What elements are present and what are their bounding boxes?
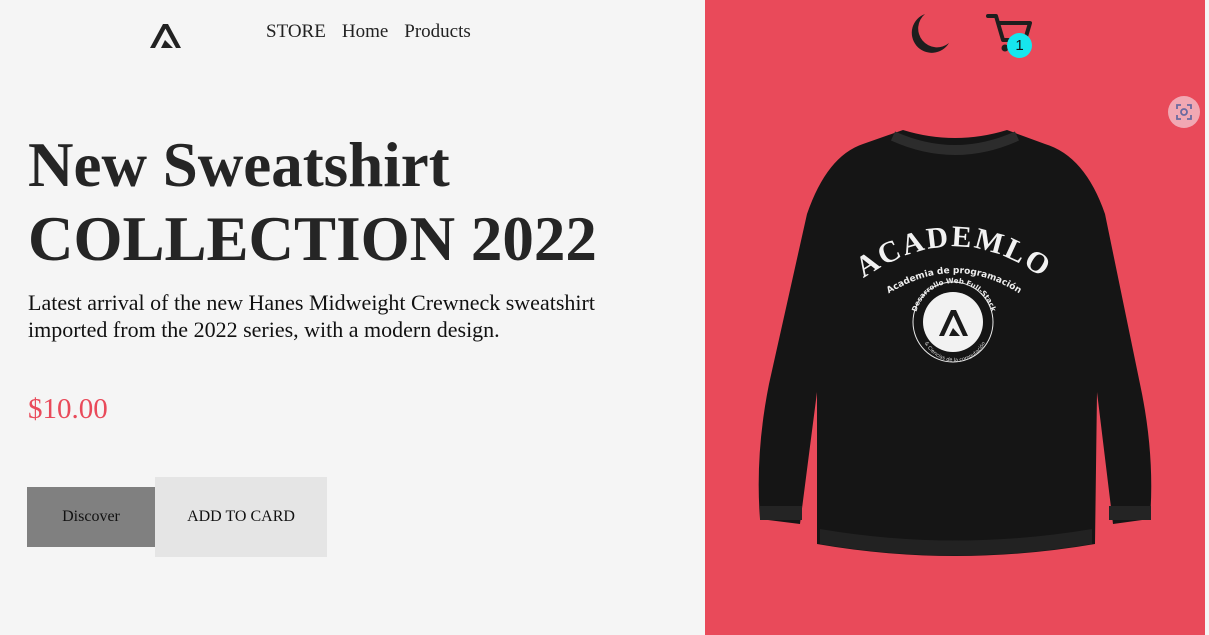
main-nav: STORE Home Products <box>266 21 487 43</box>
visual-search-button[interactable] <box>1168 96 1200 128</box>
academlo-logo-icon[interactable] <box>146 20 184 50</box>
discover-button[interactable]: Discover <box>27 487 155 547</box>
nav-products[interactable]: Products <box>404 21 471 43</box>
lens-icon <box>1176 104 1192 120</box>
hero-title: New Sweatshirt COLLECTION 2022 <box>28 128 597 276</box>
moon-icon[interactable] <box>905 11 951 55</box>
sweatshirt-product-image: ACADEMLO Academia de programación Desarr… <box>758 130 1152 556</box>
cart-count-badge: 1 <box>1007 33 1032 58</box>
hero-description: Latest arrival of the new Hanes Midweigh… <box>28 290 595 342</box>
add-to-cart-button[interactable]: ADD TO CARD <box>155 477 327 557</box>
price: $10.00 <box>28 393 108 425</box>
hero-title-line1: New Sweatshirt <box>28 130 450 200</box>
nav-home[interactable]: Home <box>342 21 388 43</box>
hero-title-line2: COLLECTION 2022 <box>28 204 597 274</box>
nav-store[interactable]: STORE <box>266 21 326 43</box>
page-edge <box>1205 0 1209 635</box>
